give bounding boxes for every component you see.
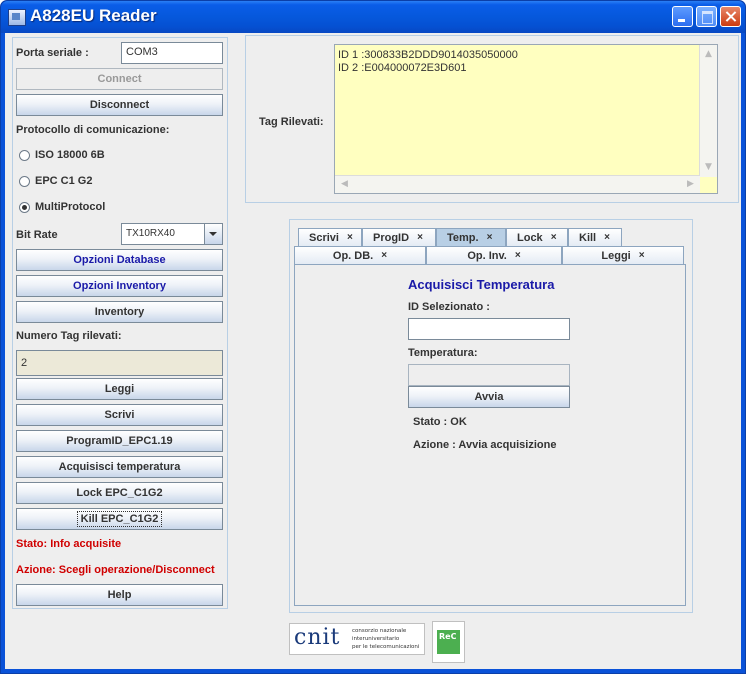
temperatura-label: Temperatura: <box>408 347 478 359</box>
temp-azione-text: Azione : Avvia acquisizione <box>413 439 557 451</box>
kill-button[interactable]: Kill EPC_C1G2 <box>16 508 223 530</box>
close-icon[interactable]: × <box>417 232 423 243</box>
close-icon[interactable]: × <box>515 250 521 261</box>
chevron-down-icon[interactable] <box>204 224 222 244</box>
scrivi-button[interactable]: Scrivi <box>16 404 223 426</box>
protocollo-label: Protocollo di comunicazione: <box>16 124 170 136</box>
tab-op-db-label: Op. DB. <box>332 249 374 262</box>
programid-button[interactable]: ProgramID_EPC1.19 <box>16 430 223 452</box>
tag-rilevati-label: Tag Rilevati: <box>259 116 324 128</box>
tab-kill-label: Kill <box>579 231 597 244</box>
cnit-text-2: interuniversitario <box>352 636 400 642</box>
inventory-button[interactable]: Inventory <box>16 301 223 323</box>
close-button[interactable] <box>720 6 741 27</box>
tag-line-2: ID 2 :E004000072E3D601 <box>338 62 467 74</box>
scroll-right-icon[interactable]: ▶ <box>683 177 698 192</box>
tab-op-db[interactable]: Op. DB. × <box>294 246 426 264</box>
help-button[interactable]: Help <box>16 584 223 606</box>
radio-multi-label: MultiProtocol <box>35 201 106 213</box>
bit-rate-select[interactable]: TX10RX40 <box>121 223 223 245</box>
tab-progid-label: ProgID <box>373 231 410 244</box>
horizontal-scrollbar[interactable]: ◀ ▶ <box>335 175 700 193</box>
tab-leggi[interactable]: Leggi × <box>562 246 684 264</box>
tab-progid[interactable]: ProgID × <box>362 228 436 246</box>
bit-rate-value: TX10RX40 <box>126 228 175 239</box>
recpm-mark: ReC <box>437 630 460 654</box>
temp-stato-text: Stato : OK <box>413 416 467 428</box>
app-window: A828EU Reader Porta seriale : COM3 Conne… <box>0 0 746 674</box>
connect-button[interactable]: Connect <box>16 68 223 90</box>
close-icon[interactable]: × <box>639 250 645 261</box>
cnit-text-3: per le telecomunicazioni <box>352 644 420 650</box>
tag-rilevati-textarea[interactable]: ID 1 :300833B2DDD9014035050000 ID 2 :E00… <box>334 44 718 194</box>
cnit-text-1: consorzio nazionale <box>352 628 407 634</box>
numero-tag-label: Numero Tag rilevati: <box>16 330 122 342</box>
leggi-button[interactable]: Leggi <box>16 378 223 400</box>
close-icon[interactable]: × <box>347 232 353 243</box>
opzioni-database-button[interactable]: Opzioni Database <box>16 249 223 271</box>
window-title: A828EU Reader <box>30 6 157 25</box>
temperatura-field <box>408 364 570 386</box>
tabbed-pane: Scrivi × ProgID × Temp. × Lock × Kill × Op. D… <box>289 219 693 613</box>
porta-seriale-field[interactable]: COM3 <box>121 42 223 64</box>
recpm-text: ReC <box>439 632 457 641</box>
close-icon[interactable]: × <box>604 232 610 243</box>
vertical-scrollbar[interactable]: ▲ ▼ <box>699 45 717 177</box>
radio-epc-label: EPC C1 G2 <box>35 175 93 187</box>
minimize-button[interactable] <box>672 6 693 27</box>
close-icon[interactable]: × <box>551 232 557 243</box>
lock-button[interactable]: Lock EPC_C1G2 <box>16 482 223 504</box>
maximize-button[interactable] <box>696 6 717 27</box>
tab-scrivi[interactable]: Scrivi × <box>298 228 362 246</box>
id-selezionato-label: ID Selezionato : <box>408 301 490 313</box>
temperature-title: Acquisisci Temperatura <box>408 277 555 292</box>
app-icon <box>8 9 26 26</box>
radio-iso-18000-6b[interactable] <box>19 150 30 161</box>
close-icon[interactable]: × <box>487 232 493 243</box>
tag-rilevati-panel: Tag Rilevati: ID 1 :300833B2DDD901403505… <box>245 35 739 203</box>
tab-scrivi-label: Scrivi <box>309 231 339 244</box>
tab-kill[interactable]: Kill × <box>568 228 622 246</box>
scroll-left-icon[interactable]: ◀ <box>337 177 352 192</box>
title-bar[interactable]: A828EU Reader <box>1 1 745 33</box>
radio-iso-label: ISO 18000 6B <box>35 149 105 161</box>
tab-temp[interactable]: Temp. × <box>436 228 506 246</box>
scroll-up-icon[interactable]: ▲ <box>701 47 716 62</box>
id-selezionato-field[interactable] <box>408 318 570 340</box>
kill-button-label: Kill EPC_C1G2 <box>76 511 163 527</box>
numero-tag-field: 2 <box>16 350 223 376</box>
cnit-mark: cnit <box>294 625 341 650</box>
client-area: Porta seriale : COM3 Connect Disconnect … <box>5 33 741 669</box>
opzioni-inventory-button[interactable]: Opzioni Inventory <box>16 275 223 297</box>
acquisisci-temperatura-button[interactable]: Acquisisci temperatura <box>16 456 223 478</box>
stato-text: Stato: Info acquisite <box>16 538 122 550</box>
tab-lock[interactable]: Lock × <box>506 228 568 246</box>
bit-rate-label: Bit Rate <box>16 229 58 241</box>
scroll-down-icon[interactable]: ▼ <box>701 160 716 175</box>
tab-leggi-label: Leggi <box>601 249 631 262</box>
disconnect-button[interactable]: Disconnect <box>16 94 223 116</box>
tab-op-inv[interactable]: Op. Inv. × <box>426 246 562 264</box>
radio-multiprotocol[interactable] <box>19 202 30 213</box>
tag-line-1: ID 1 :300833B2DDD9014035050000 <box>338 49 518 61</box>
cnit-logo: cnit consorzio nazionale interuniversita… <box>289 623 425 655</box>
radio-epc-c1-g2[interactable] <box>19 176 30 187</box>
left-panel: Porta seriale : COM3 Connect Disconnect … <box>12 37 228 609</box>
close-icon[interactable]: × <box>381 250 387 261</box>
azione-text: Azione: Scegli operazione/Disconnect <box>16 564 215 576</box>
recpm-logo: ReC <box>432 621 465 663</box>
tab-op-inv-label: Op. Inv. <box>467 249 507 262</box>
temperature-tab-content: Acquisisci Temperatura ID Selezionato : … <box>294 264 686 606</box>
porta-seriale-label: Porta seriale : <box>16 47 89 59</box>
tab-lock-label: Lock <box>517 231 543 244</box>
tab-temp-label: Temp. <box>447 231 479 244</box>
avvia-button[interactable]: Avvia <box>408 386 570 408</box>
